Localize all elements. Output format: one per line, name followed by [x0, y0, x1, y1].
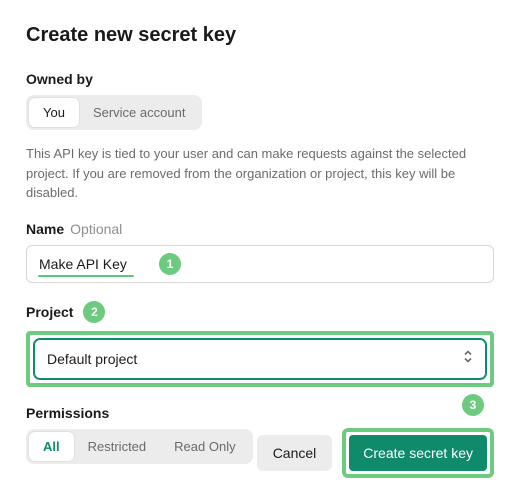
helper-text: This API key is tied to your user and ca…	[26, 144, 494, 203]
owned-by-you[interactable]: You	[29, 98, 79, 127]
name-underline-highlight	[38, 275, 134, 277]
project-select-value: Default project	[47, 351, 137, 367]
modal-title: Create new secret key	[26, 24, 494, 47]
name-optional: Optional	[70, 221, 122, 237]
annotation-badge-1: 1	[159, 253, 181, 275]
project-label: Project	[26, 304, 73, 320]
project-section: Project 2 Default project	[26, 301, 494, 387]
permissions-label: Permissions	[26, 405, 494, 421]
owned-by-group: You Service account	[26, 95, 202, 130]
owned-by-service-account[interactable]: Service account	[79, 98, 200, 127]
cancel-button[interactable]: Cancel	[257, 435, 333, 471]
project-label-row: Project 2	[26, 301, 494, 323]
name-section: Name Optional 1	[26, 221, 494, 283]
permissions-all[interactable]: All	[29, 432, 74, 461]
name-input[interactable]	[26, 245, 494, 283]
name-label: Name	[26, 221, 64, 237]
owned-by-section: Owned by You Service account This API ke…	[26, 71, 494, 203]
footer-actions: Cancel Create secret key	[257, 428, 494, 478]
permissions-group: All Restricted Read Only	[26, 429, 253, 464]
project-select[interactable]: Default project	[34, 339, 486, 379]
permissions-read-only[interactable]: Read Only	[160, 432, 249, 461]
create-secret-key-button[interactable]: Create secret key	[349, 435, 487, 471]
annotation-badge-3: 3	[462, 394, 484, 416]
name-label-row: Name Optional	[26, 221, 494, 237]
create-button-highlight: Create secret key	[342, 428, 494, 478]
permissions-restricted[interactable]: Restricted	[74, 432, 161, 461]
annotation-badge-2: 2	[83, 301, 105, 323]
project-highlight-box: Default project	[26, 331, 494, 387]
owned-by-label: Owned by	[26, 71, 494, 87]
